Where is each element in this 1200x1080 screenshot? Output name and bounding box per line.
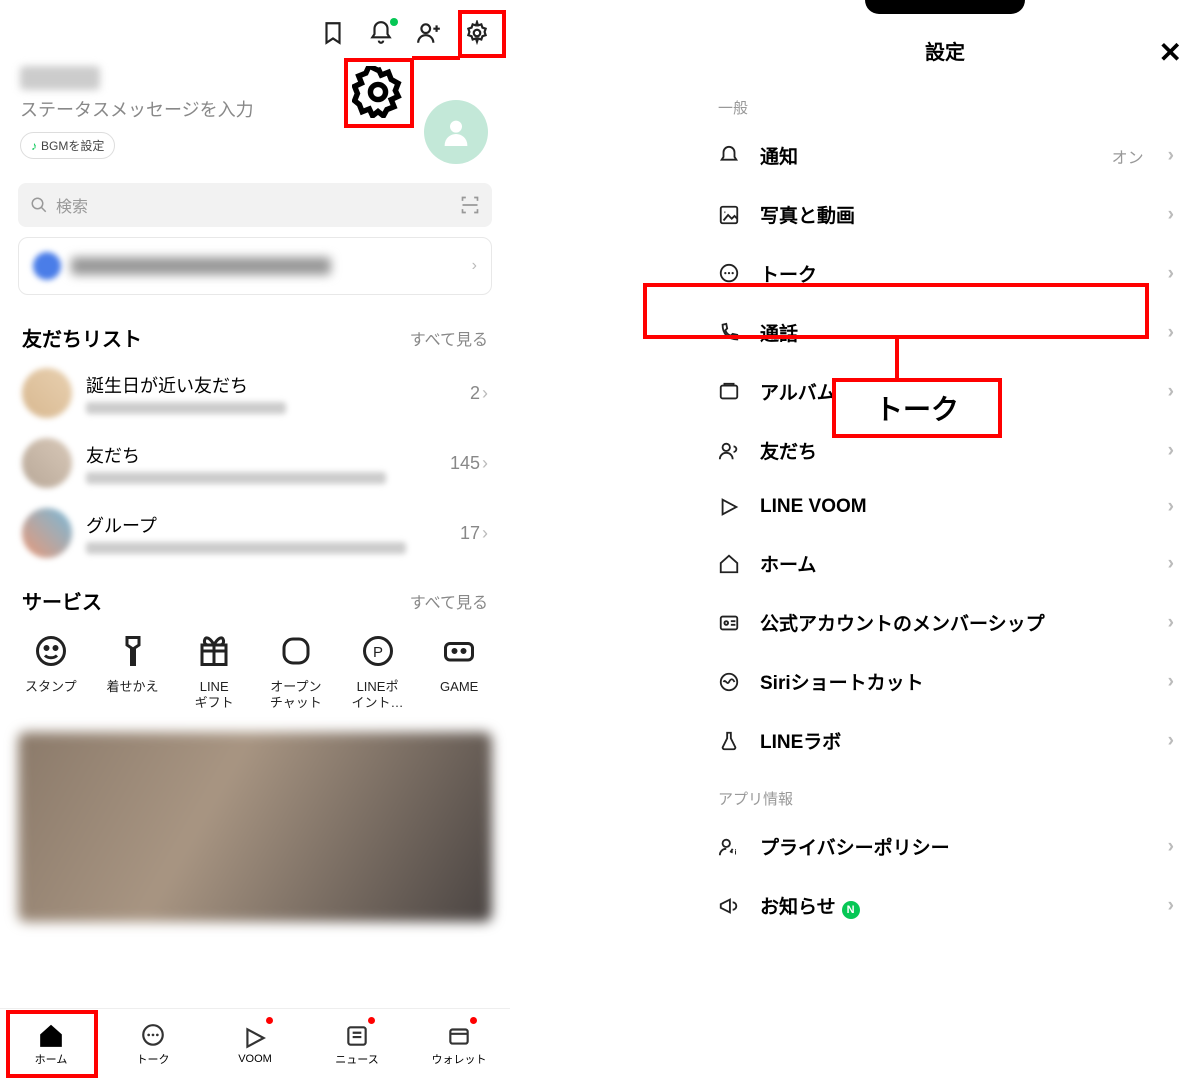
section-app-label: アプリ情報 — [690, 770, 1200, 817]
qr-scan-icon[interactable] — [460, 195, 480, 215]
annotation-talk-highlight — [643, 283, 1149, 339]
settings-row-notification[interactable]: 通知オン› — [690, 126, 1200, 185]
settings-row-voom[interactable]: LINE VOOM› — [690, 480, 1200, 534]
settings-row-membership[interactable]: 公式アカウントのメンバーシップ› — [690, 593, 1200, 652]
settings-row-home[interactable]: ホーム› — [690, 534, 1200, 593]
settings-row-photovideo[interactable]: 写真と動画› — [690, 185, 1200, 244]
bell-icon[interactable] — [368, 20, 394, 46]
banner-image[interactable] — [18, 732, 492, 922]
annotation-connector — [412, 56, 460, 60]
settings-row-privacy[interactable]: iプライバシーポリシー› — [690, 817, 1200, 876]
new-badge: N — [842, 901, 860, 919]
service-openchat[interactable]: オープン チャット — [259, 629, 333, 710]
bgm-label: BGMを設定 — [41, 137, 104, 154]
settings-screen: 設定 ✕ 一般 通知オン› 写真と動画› トーク› 通話› アルバム› 友だち›… — [690, 0, 1200, 1080]
profile-name-blurred — [20, 66, 100, 90]
svg-text:i: i — [735, 847, 737, 856]
annotation-gear-highlight — [458, 10, 506, 58]
announce-icon — [716, 895, 742, 917]
service-stamp[interactable]: スタンプ — [14, 629, 88, 710]
recommendation-card[interactable]: › — [18, 237, 492, 295]
annotation-home-tab-highlight — [6, 1010, 98, 1078]
annotation-talk-label-box: トーク — [832, 378, 1002, 438]
services-title: サービス — [22, 586, 102, 615]
bgm-button[interactable]: ♪BGMを設定 — [20, 132, 115, 159]
service-theme[interactable]: 着せかえ — [96, 629, 170, 710]
friend-row-friends[interactable]: 友だち 145› — [0, 428, 510, 498]
section-general-label: 一般 — [690, 79, 1200, 126]
annotation-talk-connector — [895, 338, 899, 380]
settings-row-labs[interactable]: LINEラボ› — [690, 711, 1200, 770]
service-gift[interactable]: LINE ギフト — [177, 629, 251, 710]
flask-icon — [716, 730, 742, 752]
close-icon[interactable]: ✕ — [1159, 36, 1182, 69]
home-icon — [716, 553, 742, 575]
voom-icon — [716, 496, 742, 518]
friend-icon — [716, 440, 742, 462]
settings-row-announce[interactable]: お知らせN› — [690, 876, 1200, 935]
friend-row-birthday[interactable]: 誕生日が近い友だち 2› — [0, 358, 510, 428]
home-screen: ステータスメッセージを入力 ♪BGMを設定 検索 › 友だちリスト すべて見る … — [0, 0, 510, 1080]
privacy-icon: i — [716, 836, 742, 858]
tab-news[interactable]: ニュース — [306, 1009, 408, 1080]
chat-icon — [716, 263, 742, 285]
notification-dot — [390, 18, 398, 26]
friend-list-see-all[interactable]: すべて見る — [410, 326, 488, 350]
annotation-talk-label: トーク — [875, 388, 959, 428]
tab-voom[interactable]: VOOM — [204, 1009, 306, 1080]
add-friend-icon[interactable] — [416, 20, 442, 46]
friend-row-groups[interactable]: グループ 17› — [0, 498, 510, 568]
annotation-gear-zoom-box — [344, 58, 414, 128]
chevron-right-icon: › — [472, 257, 477, 275]
bell-icon — [716, 145, 742, 167]
services-grid: スタンプ 着せかえ LINE ギフト オープン チャット PLINEポ イント…… — [0, 621, 510, 718]
services-see-all[interactable]: すべて見る — [410, 589, 488, 613]
member-icon — [716, 612, 742, 634]
device-notch — [690, 0, 1200, 22]
search-placeholder: 検索 — [56, 193, 88, 217]
friend-list-title: 友だちリスト — [22, 323, 142, 352]
bookmark-icon[interactable] — [320, 20, 346, 46]
service-game[interactable]: GAME — [422, 629, 496, 710]
avatar[interactable] — [424, 100, 488, 164]
service-point[interactable]: PLINEポ イント… — [341, 629, 415, 710]
settings-row-siri[interactable]: Siriショートカット› — [690, 652, 1200, 711]
image-icon — [716, 204, 742, 226]
tab-wallet[interactable]: ウォレット — [408, 1009, 510, 1080]
search-bar[interactable]: 検索 — [18, 183, 492, 227]
tab-talk[interactable]: トーク — [102, 1009, 204, 1080]
album-icon — [716, 381, 742, 403]
svg-text:P: P — [373, 644, 383, 661]
siri-icon — [716, 671, 742, 693]
status-message[interactable]: ステータスメッセージを入力 — [20, 96, 490, 122]
settings-title: 設定 — [925, 36, 965, 65]
